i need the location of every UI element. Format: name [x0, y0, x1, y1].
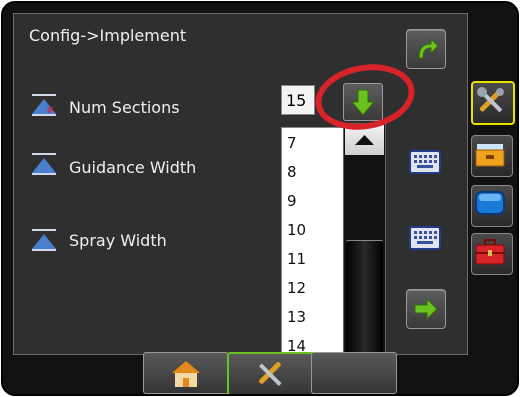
- screen-icon: [475, 191, 505, 215]
- nav-home-button[interactable]: [143, 352, 229, 394]
- nav-tools-button[interactable]: [227, 352, 315, 394]
- tools-icon: [259, 362, 282, 386]
- num-sections-icon: #: [32, 94, 56, 116]
- keyboard-icon[interactable]: [409, 225, 441, 251]
- dropdown-option[interactable]: 7: [282, 128, 344, 158]
- next-button[interactable]: [406, 289, 446, 329]
- side-toolbox-button[interactable]: [471, 233, 513, 275]
- num-sections-label: Num Sections: [69, 98, 180, 117]
- nav-screen-button[interactable]: [311, 352, 397, 394]
- screen-frame: Config->Implement # Num Sections Guidanc…: [1, 1, 519, 396]
- config-panel: [13, 13, 468, 355]
- keyboard-icon[interactable]: [409, 149, 441, 175]
- spray-width-icon: [32, 229, 56, 251]
- dropdown-option[interactable]: 12: [282, 273, 344, 303]
- spray-width-label: Spray Width: [69, 231, 167, 250]
- file-box-icon: [475, 144, 505, 167]
- back-button[interactable]: [406, 29, 446, 69]
- svg-text:#: #: [46, 105, 54, 116]
- guidance-width-label: Guidance Width: [69, 158, 197, 177]
- dropdown-option[interactable]: 8: [282, 157, 344, 187]
- home-icon: [172, 361, 200, 387]
- dropdown-option[interactable]: 13: [282, 302, 344, 332]
- guidance-width-icon: [32, 153, 56, 175]
- side-screen-button[interactable]: [471, 185, 513, 227]
- tools-icon: [477, 87, 504, 112]
- dropdown-option[interactable]: 10: [282, 215, 344, 245]
- side-tools-button[interactable]: [471, 81, 515, 125]
- page-title: Config->Implement: [29, 26, 187, 45]
- side-file-button[interactable]: [471, 135, 513, 177]
- scrollbar[interactable]: [343, 123, 386, 391]
- toolbox-icon: [475, 239, 505, 265]
- scroll-thumb[interactable]: [346, 240, 383, 354]
- right-arrow-icon: [414, 297, 438, 321]
- curved-arrow-icon: [418, 37, 439, 59]
- dropdown-option[interactable]: 9: [282, 186, 344, 216]
- dropdown-option[interactable]: 11: [282, 244, 344, 274]
- num-sections-select[interactable]: 15: [281, 85, 315, 115]
